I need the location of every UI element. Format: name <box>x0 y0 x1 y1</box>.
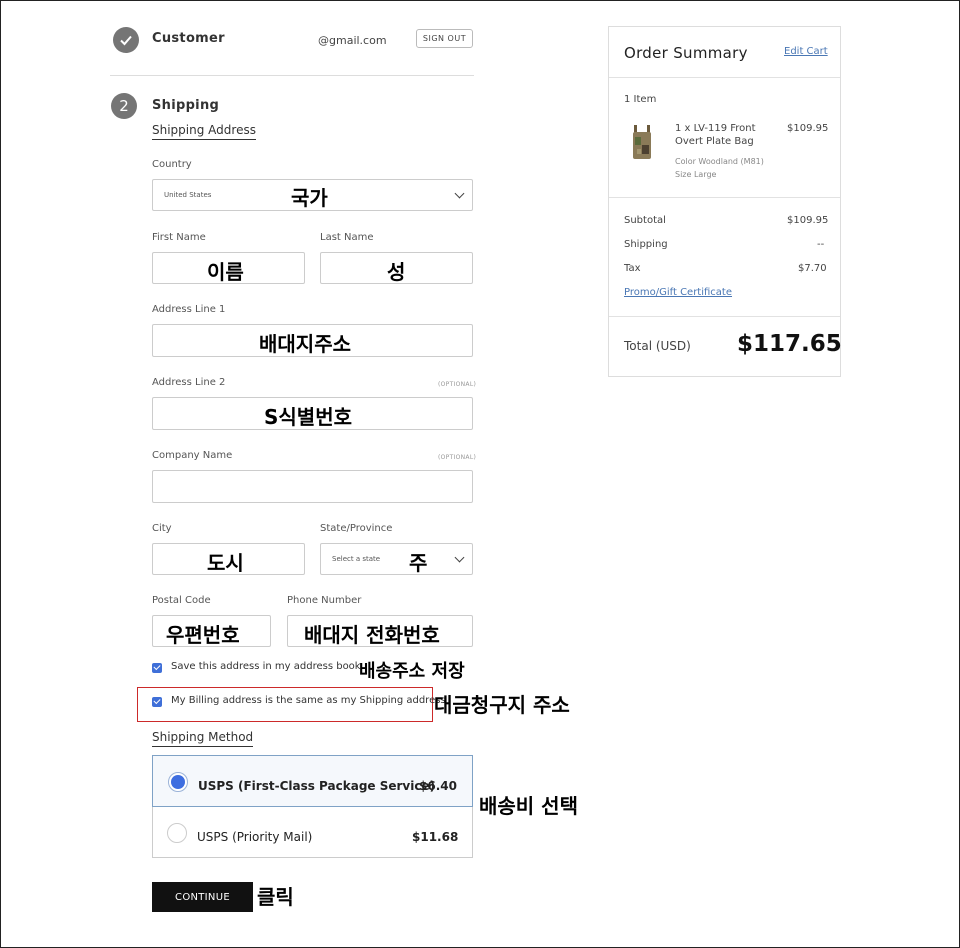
city-field[interactable]: 도시 <box>152 543 305 575</box>
customer-email: @gmail.com <box>318 34 387 47</box>
item-price: $109.95 <box>787 123 829 134</box>
annotation-country: 국가 <box>291 186 328 210</box>
shipping-option-priority[interactable]: USPS (Priority Mail) $11.68 <box>152 808 473 858</box>
annotation-address2: S식별번호 <box>264 405 353 429</box>
address-line2-field[interactable]: S식별번호 <box>152 397 473 430</box>
annotation-address1: 배대지주소 <box>259 332 351 356</box>
continue-button[interactable]: CONTINUE <box>152 882 253 912</box>
subtotal-label: Subtotal <box>624 215 666 226</box>
tax-value: $7.70 <box>798 263 827 274</box>
total-label: Total (USD) <box>624 339 691 353</box>
first-name-field[interactable]: 이름 <box>152 252 305 284</box>
company-optional: (OPTIONAL) <box>438 454 477 461</box>
annotation-save-address: 배송주소 저장 <box>359 661 465 682</box>
state-label: State/Province <box>320 523 393 534</box>
summary-divider <box>609 316 840 317</box>
country-select[interactable]: United States 국가 <box>152 179 473 211</box>
country-label: Country <box>152 159 192 170</box>
shipping-method-heading: Shipping Method <box>152 730 254 747</box>
annotation-first-name: 이름 <box>207 260 244 284</box>
radio-unselected[interactable] <box>167 823 187 843</box>
company-name-label: Company Name <box>152 450 233 461</box>
company-name-field[interactable] <box>152 470 473 503</box>
summary-divider <box>609 77 840 78</box>
billing-same-checkbox[interactable] <box>152 697 162 707</box>
product-thumbnail <box>633 125 651 159</box>
address-line2-optional: (OPTIONAL) <box>438 381 477 388</box>
postal-code-label: Postal Code <box>152 595 211 606</box>
postal-code-field[interactable]: 우편번호 <box>152 615 271 647</box>
annotation-last-name: 성 <box>387 260 406 284</box>
shipping-option-first-class[interactable]: USPS (First-Class Package Service) $6.40 <box>152 755 473 807</box>
country-select-value: United States <box>164 191 212 199</box>
last-name-label: Last Name <box>320 232 374 243</box>
phone-number-field[interactable]: 배대지 전화번호 <box>287 615 473 647</box>
state-select-placeholder: Select a state <box>332 555 381 563</box>
tax-label: Tax <box>624 263 641 274</box>
summary-divider <box>609 197 840 198</box>
shipping-option-price: $11.68 <box>412 830 459 844</box>
state-select[interactable]: Select a state 주 <box>320 543 473 575</box>
order-summary-panel: Order Summary Edit Cart 1 Item 1 x LV-11… <box>608 26 842 377</box>
save-address-checkbox[interactable] <box>152 663 162 673</box>
address-line2-label: Address Line 2 <box>152 377 226 388</box>
item-size: Size Large <box>675 170 717 179</box>
annotation-phone: 배대지 전화번호 <box>304 623 440 647</box>
step-divider <box>110 75 474 76</box>
step-number-badge: 2 <box>111 93 137 119</box>
item-color: Color Woodland (M81) <box>675 157 764 166</box>
first-name-label: First Name <box>152 232 206 243</box>
billing-same-label: My Billing address is the same as my Shi… <box>171 695 446 706</box>
shipping-option-name: USPS (Priority Mail) <box>197 830 313 844</box>
annotation-state: 주 <box>409 551 428 575</box>
shipping-label: Shipping <box>624 239 668 250</box>
city-label: City <box>152 523 172 534</box>
subtotal-value: $109.95 <box>787 215 829 226</box>
annotation-shipping-fee: 배송비 선택 <box>479 794 578 818</box>
address-line1-label: Address Line 1 <box>152 304 226 315</box>
total-value: $117.65 <box>737 331 842 357</box>
phone-number-label: Phone Number <box>287 595 362 606</box>
annotation-billing: 대금청구지 주소 <box>434 693 570 717</box>
step-complete-check-icon <box>113 27 139 53</box>
shipping-value: -- <box>817 239 825 250</box>
shipping-step-title: Shipping <box>152 98 220 113</box>
last-name-field[interactable]: 성 <box>320 252 473 284</box>
radio-selected[interactable] <box>168 772 188 792</box>
shipping-option-price: $6.40 <box>419 779 457 793</box>
shipping-address-heading: Shipping Address <box>152 123 256 140</box>
annotation-click: 클릭 <box>257 885 294 909</box>
item-count: 1 Item <box>624 94 657 105</box>
annotation-postal: 우편번호 <box>166 623 240 647</box>
address-line1-field[interactable]: 배대지주소 <box>152 324 473 357</box>
promo-gift-link[interactable]: Promo/Gift Certificate <box>624 287 732 298</box>
order-summary-title: Order Summary <box>624 44 748 62</box>
customer-step-title: Customer <box>152 31 225 46</box>
item-name: 1 x LV-119 Front Overt Plate Bag <box>675 123 756 147</box>
edit-cart-link[interactable]: Edit Cart <box>784 46 828 57</box>
sign-out-button[interactable]: SIGN OUT <box>416 29 473 48</box>
chevron-down-icon <box>454 188 465 199</box>
chevron-down-icon <box>454 552 465 563</box>
save-address-label: Save this address in my address book. <box>171 661 364 672</box>
shipping-option-name: USPS (First-Class Package Service) <box>198 779 436 793</box>
annotation-city: 도시 <box>207 551 244 575</box>
